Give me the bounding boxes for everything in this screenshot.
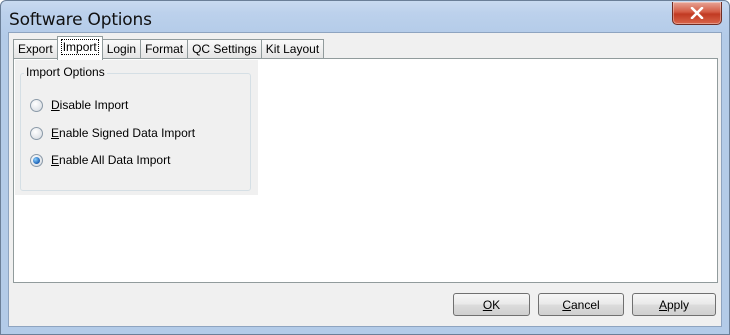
cancel-button[interactable]: Cancel (538, 293, 624, 316)
radio-button-checked[interactable] (30, 153, 43, 167)
label-text: nable Signed Data Import (59, 126, 196, 140)
mnemonic: C (562, 297, 571, 312)
tab-export[interactable]: Export (13, 39, 58, 59)
label-text: isable Import (59, 98, 129, 112)
enable-signed-data-import-radio[interactable]: Enable Signed Data Import (30, 124, 195, 142)
radio-label: Enable Signed Data Import (51, 126, 195, 140)
tab-label: Format (145, 42, 184, 56)
tab-label: Export (18, 42, 53, 56)
mnemonic: E (51, 126, 60, 140)
mnemonic: O (482, 297, 493, 312)
radio-label: Disable Import (51, 98, 128, 112)
tab-format[interactable]: Format (140, 39, 189, 59)
tab-label: QC Settings (192, 42, 257, 56)
mnemonic: E (51, 153, 60, 167)
button-label: K (492, 297, 501, 312)
ok-button[interactable]: OK (453, 293, 530, 316)
import-tab-panel: Import Options Disable Import Enable Sig… (13, 58, 718, 283)
group-label: Import Options (24, 65, 107, 79)
enable-all-data-import-radio[interactable]: Enable All Data Import (30, 151, 170, 169)
button-label: pply (667, 297, 690, 312)
radio-label: Enable All Data Import (51, 153, 170, 167)
radio-button-unchecked[interactable] (30, 98, 43, 112)
software-options-window: Software Options Export Import Login For… (0, 0, 730, 335)
mnemonic: A (658, 297, 667, 312)
tab-qc-settings[interactable]: QC Settings (187, 39, 262, 59)
tab-strip: Export Import Login Format QC Settings K… (13, 36, 325, 60)
window-title: Software Options (9, 10, 152, 30)
radio-dot (33, 156, 40, 164)
tab-label: Kit Layout (265, 42, 320, 56)
tab-import[interactable]: Import (56, 36, 103, 60)
import-options-group: Import Options Disable Import Enable Sig… (15, 60, 258, 195)
mnemonic: D (51, 98, 60, 112)
tab-login[interactable]: Login (101, 39, 142, 59)
disable-import-radio[interactable]: Disable Import (30, 96, 128, 114)
button-label: ancel (570, 297, 600, 312)
radio-button-unchecked[interactable] (30, 126, 43, 140)
label-text: nable All Data Import (59, 153, 171, 167)
tab-label: Import (60, 39, 99, 55)
close-icon (690, 7, 704, 19)
tab-label: Login (106, 42, 137, 56)
dialog-client-area: Export Import Login Format QC Settings K… (8, 32, 722, 327)
close-button[interactable] (672, 2, 722, 25)
apply-button[interactable]: Apply (632, 293, 716, 316)
tab-kit-layout[interactable]: Kit Layout (260, 39, 325, 59)
